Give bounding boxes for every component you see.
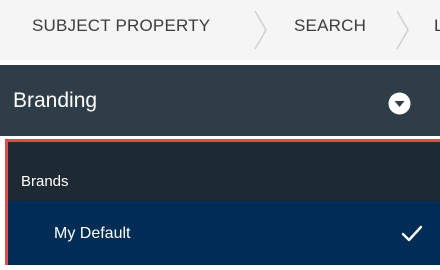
branding-header[interactable]: Branding — [0, 65, 440, 136]
chevron-down-circle-icon[interactable] — [388, 92, 411, 115]
chevron-right-icon — [396, 10, 409, 50]
breadcrumb-next[interactable]: L — [434, 16, 440, 36]
chevron-right-icon — [254, 10, 267, 50]
breadcrumb: SUBJECT PROPERTY SEARCH L — [0, 0, 440, 60]
checkmark-icon — [401, 225, 423, 242]
brand-item-my-default[interactable]: My Default — [8, 201, 440, 265]
breadcrumb-search[interactable]: SEARCH — [294, 16, 366, 36]
breadcrumb-subject-property[interactable]: SUBJECT PROPERTY — [32, 16, 210, 36]
brands-panel: Brands My Default — [5, 139, 440, 265]
brand-item-label: My Default — [54, 225, 131, 242]
brands-heading: Brands — [21, 173, 69, 190]
branding-title: Branding — [13, 89, 98, 112]
